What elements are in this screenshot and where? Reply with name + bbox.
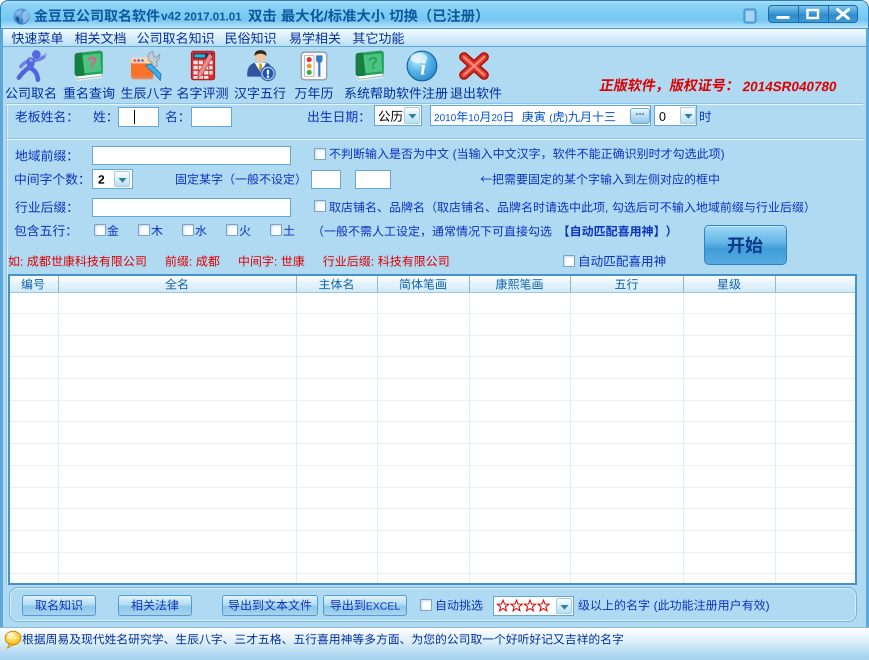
svg-text:?: ? xyxy=(367,53,379,73)
svg-text:?: ? xyxy=(86,53,98,73)
svg-text:i: i xyxy=(420,58,426,80)
